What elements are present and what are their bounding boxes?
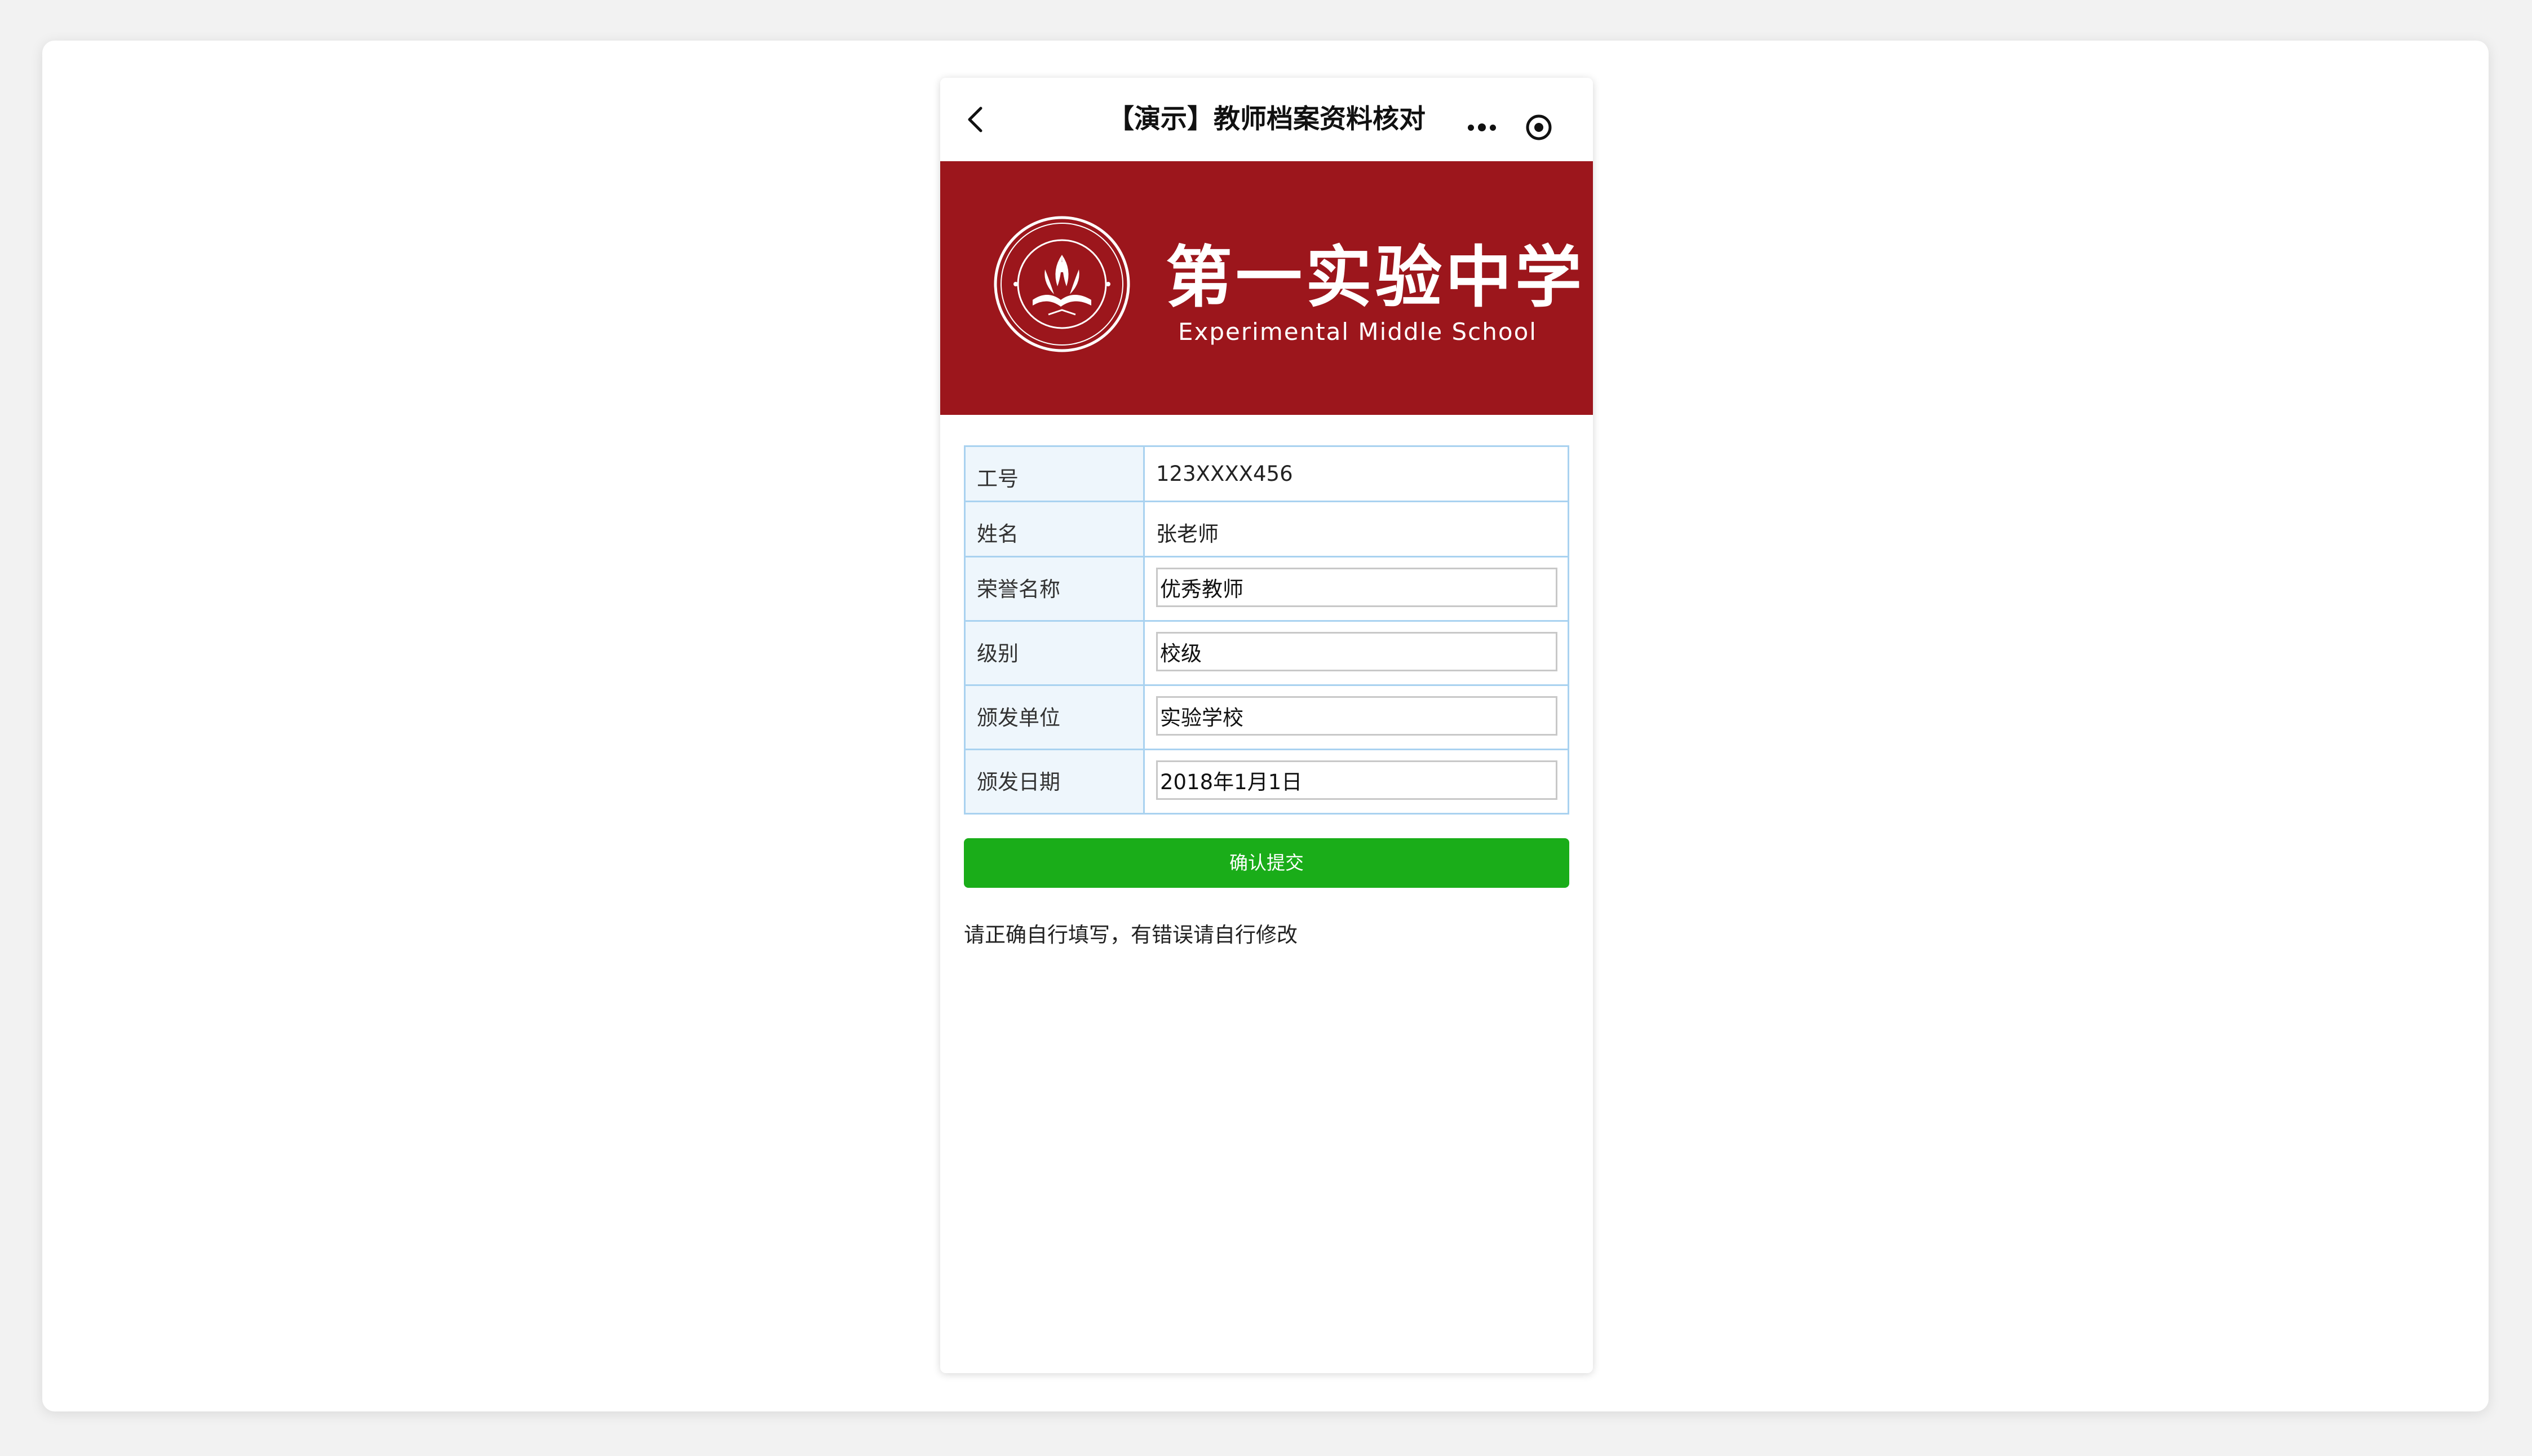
field-cell-level xyxy=(1143,620,1569,686)
navigation-bar: 【演示】教师档案资料核对 xyxy=(940,78,1593,161)
school-emblem-logo xyxy=(994,216,1130,352)
table-row: 姓名 张老师 xyxy=(964,501,1569,557)
school-name-english: Experimental Middle School xyxy=(1178,318,1537,346)
submit-button[interactable]: 确认提交 xyxy=(964,838,1569,888)
mini-program-frame: 【演示】教师档案资料核对 第一实验中学 Experimental Middle … xyxy=(940,78,1593,1373)
field-label-employee-id: 工号 xyxy=(964,445,1145,502)
honor-name-input[interactable] xyxy=(1156,568,1557,607)
table-row: 颁发日期 xyxy=(964,749,1569,815)
field-cell-issuer xyxy=(1143,684,1569,750)
issue-date-input[interactable] xyxy=(1156,760,1557,800)
issuer-input[interactable] xyxy=(1156,696,1557,736)
field-label-honor-name: 荣誉名称 xyxy=(964,556,1145,622)
school-name-chinese: 第一实验中学 xyxy=(1166,238,1586,316)
table-row: 颁发单位 xyxy=(964,684,1569,750)
field-value-name: 张老师 xyxy=(1143,501,1569,557)
field-cell-issue-date xyxy=(1143,749,1569,815)
field-label-name: 姓名 xyxy=(964,501,1145,557)
school-banner: 第一实验中学 Experimental Middle School xyxy=(940,161,1593,415)
field-label-issuer: 颁发单位 xyxy=(964,684,1145,750)
teacher-info-table: 工号 123XXXX456 姓名 张老师 荣誉名称 级别 颁发单位 颁发日期 xyxy=(964,445,1569,815)
field-label-level: 级别 xyxy=(964,620,1145,686)
table-row: 荣誉名称 xyxy=(964,556,1569,622)
table-row: 工号 123XXXX456 xyxy=(964,445,1569,502)
level-input[interactable] xyxy=(1156,632,1557,671)
back-button[interactable] xyxy=(959,103,993,136)
table-row: 级别 xyxy=(964,620,1569,686)
page-title: 【演示】教师档案资料核对 xyxy=(1108,104,1426,135)
field-label-issue-date: 颁发日期 xyxy=(964,749,1145,815)
hint-text: 请正确自行填写，有错误请自行修改 xyxy=(964,923,1298,947)
close-mini-program-button[interactable] xyxy=(1516,103,1578,152)
target-circle-icon xyxy=(1526,114,1552,140)
field-value-employee-id: 123XXXX456 xyxy=(1143,445,1569,502)
chevron-left-icon xyxy=(968,107,982,132)
capsule-menu xyxy=(1454,103,1578,152)
field-cell-honor-name xyxy=(1143,556,1569,622)
more-button[interactable] xyxy=(1454,103,1516,152)
